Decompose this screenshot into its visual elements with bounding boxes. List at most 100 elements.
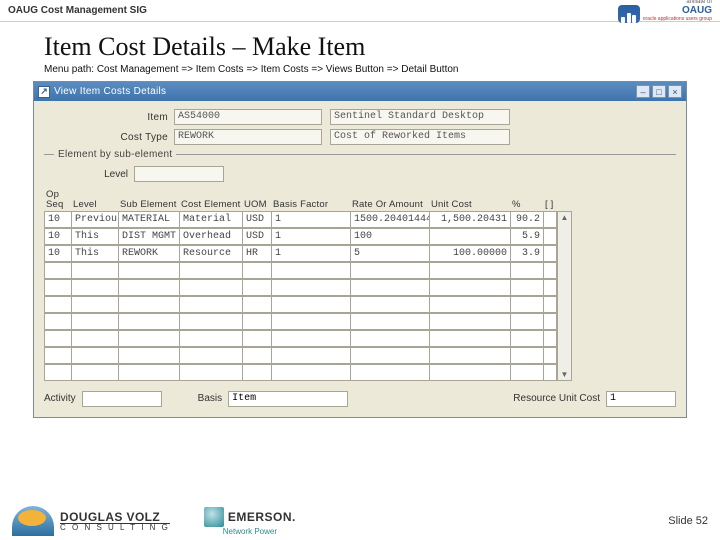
cell-seq[interactable] xyxy=(44,262,72,279)
cell-basf[interactable]: 1 xyxy=(271,211,351,228)
cell-flex[interactable] xyxy=(543,228,557,245)
cell-flex[interactable] xyxy=(543,330,557,347)
cell-rate[interactable] xyxy=(350,296,430,313)
cell-rate[interactable]: 100 xyxy=(350,228,430,245)
cell-sub[interactable] xyxy=(118,262,180,279)
cell-flex[interactable] xyxy=(543,245,557,262)
cell-uom[interactable] xyxy=(242,313,272,330)
cell-flex[interactable] xyxy=(543,296,557,313)
cell-seq[interactable] xyxy=(44,279,72,296)
cell-sub[interactable] xyxy=(118,347,180,364)
table-row[interactable]: 10ThisREWORKResourceHR15100.000003.9 xyxy=(44,245,557,262)
cell-sub[interactable] xyxy=(118,330,180,347)
activity-field[interactable] xyxy=(82,391,162,407)
cell-uom[interactable] xyxy=(242,330,272,347)
cell-uc[interactable]: 100.00000 xyxy=(429,245,511,262)
cell-uom[interactable] xyxy=(242,279,272,296)
cell-pct[interactable]: 90.2 xyxy=(510,211,544,228)
cell-basf[interactable]: 1 xyxy=(271,228,351,245)
cell-rate[interactable]: 1500.204014444 xyxy=(350,211,430,228)
cell-lev[interactable]: Previous xyxy=(71,211,119,228)
cell-uc[interactable] xyxy=(429,296,511,313)
cell-basf[interactable] xyxy=(271,296,351,313)
cell-rate[interactable] xyxy=(350,347,430,364)
cell-flex[interactable] xyxy=(543,347,557,364)
cell-sub[interactable]: DIST MGMT xyxy=(118,228,180,245)
cell-seq[interactable] xyxy=(44,347,72,364)
cell-flex[interactable] xyxy=(543,279,557,296)
cell-cst[interactable] xyxy=(179,347,243,364)
cell-cst[interactable]: Material xyxy=(179,211,243,228)
cell-uom[interactable]: USD xyxy=(242,211,272,228)
cell-basf[interactable] xyxy=(271,262,351,279)
cell-pct[interactable]: 3.9 xyxy=(510,245,544,262)
table-row[interactable] xyxy=(44,330,557,347)
cell-cst[interactable] xyxy=(179,296,243,313)
table-row[interactable]: 10ThisDIST MGMTOverheadUSD11005.9 xyxy=(44,228,557,245)
cell-sub[interactable] xyxy=(118,279,180,296)
cost-type-field[interactable]: REWORK xyxy=(174,129,322,145)
cell-uom[interactable] xyxy=(242,296,272,313)
table-row[interactable] xyxy=(44,364,557,381)
cell-rate[interactable] xyxy=(350,279,430,296)
cell-basf[interactable]: 1 xyxy=(271,245,351,262)
cell-lev[interactable] xyxy=(71,364,119,381)
cell-rate[interactable] xyxy=(350,330,430,347)
cell-basf[interactable] xyxy=(271,330,351,347)
cell-uc[interactable] xyxy=(429,313,511,330)
cell-lev[interactable] xyxy=(71,347,119,364)
cell-uom[interactable]: USD xyxy=(242,228,272,245)
cell-pct[interactable] xyxy=(510,313,544,330)
scroll-down-icon[interactable]: ▼ xyxy=(561,369,569,380)
table-row[interactable] xyxy=(44,262,557,279)
cell-flex[interactable] xyxy=(543,211,557,228)
cell-rate[interactable]: 5 xyxy=(350,245,430,262)
cell-seq[interactable]: 10 xyxy=(44,211,72,228)
level-field[interactable] xyxy=(134,166,224,182)
cell-flex[interactable] xyxy=(543,313,557,330)
cell-basf[interactable] xyxy=(271,313,351,330)
cell-flex[interactable] xyxy=(543,262,557,279)
cell-seq[interactable] xyxy=(44,313,72,330)
minimize-icon[interactable]: – xyxy=(636,85,650,98)
cell-cst[interactable] xyxy=(179,262,243,279)
table-row[interactable]: 10PreviousMATERIALMaterialUSD11500.20401… xyxy=(44,211,557,228)
cell-cst[interactable] xyxy=(179,313,243,330)
resource-unit-cost-field[interactable]: 1 xyxy=(606,391,676,407)
cell-lev[interactable] xyxy=(71,296,119,313)
cell-uc[interactable] xyxy=(429,262,511,279)
cell-pct[interactable] xyxy=(510,364,544,381)
cell-flex[interactable] xyxy=(543,364,557,381)
cell-basf[interactable] xyxy=(271,279,351,296)
cell-pct[interactable] xyxy=(510,330,544,347)
cell-lev[interactable] xyxy=(71,313,119,330)
cell-uc[interactable] xyxy=(429,364,511,381)
table-row[interactable] xyxy=(44,296,557,313)
cell-uom[interactable] xyxy=(242,262,272,279)
cell-seq[interactable] xyxy=(44,364,72,381)
cell-cst[interactable] xyxy=(179,330,243,347)
cell-rate[interactable] xyxy=(350,364,430,381)
table-row[interactable] xyxy=(44,279,557,296)
cell-seq[interactable]: 10 xyxy=(44,245,72,262)
cell-pct[interactable] xyxy=(510,347,544,364)
table-row[interactable] xyxy=(44,313,557,330)
cell-uom[interactable] xyxy=(242,364,272,381)
cell-rate[interactable] xyxy=(350,313,430,330)
table-row[interactable] xyxy=(44,347,557,364)
close-icon[interactable]: × xyxy=(668,85,682,98)
expand-icon[interactable]: ↗ xyxy=(38,86,50,98)
cell-cst[interactable] xyxy=(179,279,243,296)
cell-uc[interactable] xyxy=(429,279,511,296)
cell-sub[interactable] xyxy=(118,364,180,381)
cell-lev[interactable] xyxy=(71,262,119,279)
cell-pct[interactable]: 5.9 xyxy=(510,228,544,245)
cell-cst[interactable]: Overhead xyxy=(179,228,243,245)
cell-basf[interactable] xyxy=(271,347,351,364)
cell-rate[interactable] xyxy=(350,262,430,279)
cell-lev[interactable] xyxy=(71,330,119,347)
cell-uc[interactable]: 1,500.20431 xyxy=(429,211,511,228)
cell-lev[interactable] xyxy=(71,279,119,296)
cell-uc[interactable] xyxy=(429,228,511,245)
cell-lev[interactable]: This xyxy=(71,245,119,262)
